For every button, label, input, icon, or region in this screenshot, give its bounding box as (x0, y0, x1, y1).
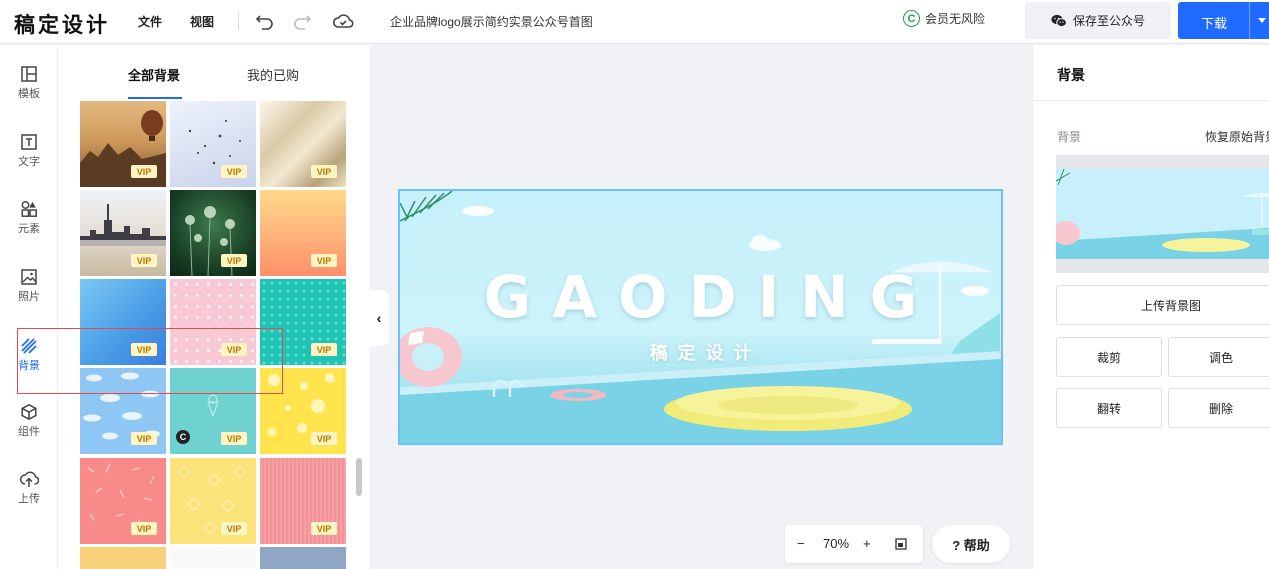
background-preview-art (1056, 168, 1269, 259)
shapes-icon (21, 201, 37, 217)
vip-badge: VIP (221, 254, 247, 267)
background-section-label: 背景 (1057, 130, 1082, 144)
vip-badge: VIP (311, 165, 337, 178)
background-thumb[interactable]: VIP (170, 101, 256, 187)
wechat-icon (1051, 14, 1067, 27)
background-preview[interactable] (1056, 155, 1269, 273)
vip-badge: VIP (221, 165, 247, 178)
zoom-level[interactable]: 70% (823, 536, 849, 551)
background-thumb[interactable]: VIP (260, 458, 346, 544)
chevron-down-icon[interactable] (1258, 18, 1266, 23)
sidebar-item-components[interactable]: 组件 (0, 403, 58, 459)
vip-badge: VIP (311, 343, 337, 356)
image-icon (21, 269, 37, 285)
text-icon (21, 134, 37, 150)
sidebar-item-upload[interactable]: 上传 (0, 470, 58, 526)
download-button[interactable]: 下载 (1178, 2, 1269, 39)
zoom-control: − 70% + (785, 525, 923, 563)
sidebar-item-label: 文字 (18, 156, 40, 168)
vip-badge: VIP (131, 432, 157, 445)
vip-badge: VIP (131, 522, 157, 535)
sidebar-item-label: 模板 (18, 88, 40, 100)
cube-icon (21, 403, 37, 421)
menu-file[interactable]: 文件 (138, 13, 162, 30)
redo-icon[interactable] (291, 10, 313, 32)
adjust-color-button[interactable]: 调色 (1168, 337, 1269, 377)
background-panel: 全部背景 我的已购 VIP VIP VIP VIP VIP VIP VIP VI… (58, 45, 370, 569)
upload-background-button[interactable]: 上传背景图 (1056, 285, 1269, 325)
save-to-wechat-button[interactable]: 保存至公众号 (1025, 2, 1171, 39)
restore-background-link[interactable]: 恢复原始背景 (1205, 128, 1269, 145)
zoom-in-button[interactable]: + (863, 536, 871, 551)
properties-title: 背景 (1057, 67, 1085, 83)
download-split (1249, 2, 1250, 39)
fit-screen-icon[interactable] (895, 538, 907, 550)
background-thumb[interactable]: VIP (260, 190, 346, 276)
design-canvas[interactable]: GAODING 稿定设计 (398, 189, 1003, 445)
help-button[interactable]: ? 帮助 (932, 525, 1010, 563)
crop-button[interactable]: 裁剪 (1056, 337, 1162, 377)
tab-all-backgrounds[interactable]: 全部背景 (128, 65, 180, 84)
vip-badge: VIP (311, 254, 337, 267)
sidebar-item-label: 元素 (18, 223, 40, 235)
copyright-icon: C (903, 10, 920, 27)
sidebar: 模板 文字 元素 照片 背景 组件 上传 (0, 45, 58, 569)
subheadline-text[interactable]: 稿定设计 (400, 339, 1001, 365)
properties-panel: 背景 背景 恢复原始背景 上传背景图 裁剪 调色 翻转 删除 (1032, 45, 1269, 569)
background-thumb[interactable]: VIP (170, 190, 256, 276)
background-thumb[interactable]: VIP (170, 458, 256, 544)
divider (1033, 100, 1269, 101)
sidebar-item-label: 组件 (18, 426, 40, 438)
layout-icon (21, 66, 37, 82)
cloud-check-icon[interactable] (332, 10, 354, 32)
active-tab-indicator (128, 97, 182, 99)
background-thumb[interactable]: VIP (80, 101, 166, 187)
delete-button[interactable]: 删除 (1168, 388, 1269, 428)
download-label: 下载 (1201, 16, 1228, 31)
background-thumb[interactable] (80, 547, 166, 569)
flip-button[interactable]: 翻转 (1056, 388, 1162, 428)
member-guarantee[interactable]: C 会员无风险 (903, 10, 985, 27)
vip-badge: VIP (221, 432, 247, 445)
sidebar-item-label: 上传 (18, 493, 40, 505)
menu-view[interactable]: 视图 (190, 13, 214, 30)
headline-text[interactable]: GAODING (400, 263, 1001, 331)
undo-icon[interactable] (254, 10, 276, 32)
toolbar-divider (238, 12, 239, 30)
sidebar-item-text[interactable]: 文字 (0, 133, 58, 189)
panel-scrollbar[interactable] (356, 458, 362, 496)
vip-badge: VIP (311, 522, 337, 535)
sidebar-item-label: 照片 (18, 291, 40, 303)
sidebar-item-photos[interactable]: 照片 (0, 268, 58, 324)
background-thumb[interactable]: VIP (80, 458, 166, 544)
selection-highlight (17, 328, 283, 394)
sidebar-item-template[interactable]: 模板 (0, 65, 58, 121)
save-label: 保存至公众号 (1072, 14, 1145, 28)
copyright-icon: C (176, 430, 190, 444)
document-title[interactable]: 企业品牌logo展示简约实景公众号首图 (390, 13, 593, 30)
background-thumb[interactable]: VIP (260, 101, 346, 187)
sidebar-item-elements[interactable]: 元素 (0, 200, 58, 256)
cloud-upload-icon (19, 471, 39, 487)
vip-badge: VIP (311, 432, 337, 445)
member-label: 会员无风险 (925, 12, 986, 26)
background-thumb[interactable] (260, 547, 346, 569)
background-thumb[interactable]: VIP (80, 190, 166, 276)
vip-badge: VIP (131, 254, 157, 267)
top-bar: 稿定设计 文件 视图 企业品牌logo展示简约实景公众号首图 C 会员无风险 保… (0, 0, 1269, 44)
zoom-out-button[interactable]: − (797, 536, 805, 551)
app-logo[interactable]: 稿定设计 (14, 9, 110, 39)
background-thumb[interactable] (170, 547, 256, 569)
vip-badge: VIP (221, 522, 247, 535)
vip-badge: VIP (131, 165, 157, 178)
tab-purchased[interactable]: 我的已购 (247, 65, 299, 84)
collapse-panel-button[interactable]: ‹ (369, 290, 389, 346)
